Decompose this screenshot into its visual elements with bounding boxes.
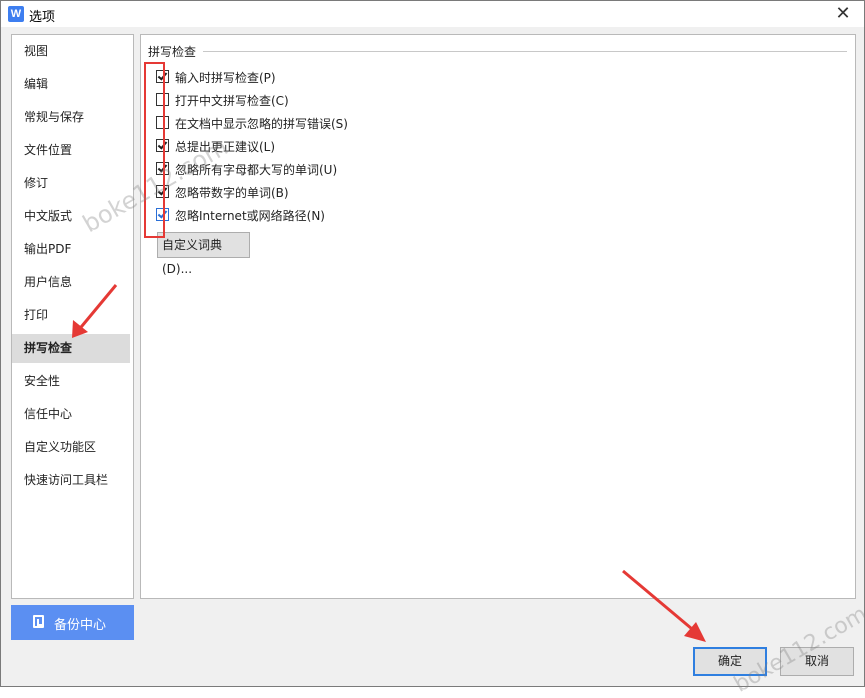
spellcheck-panel: 拼写检查 输入时拼写检查(P) 打开中文拼写检查(C) 在文档中显示忽略的拼写错… <box>140 34 856 599</box>
sidebar-item-export-pdf[interactable]: 输出PDF <box>12 235 130 264</box>
annotation-highlight-box <box>144 62 165 238</box>
option-label: 输入时拼写检查(P) <box>175 71 276 85</box>
annotation-arrow-ok <box>622 569 706 642</box>
group-title: 拼写检查 <box>148 45 197 59</box>
dialog-title: 选项 <box>29 10 56 25</box>
sidebar-item-quick-access-toolbar[interactable]: 快速访问工具栏 <box>12 466 130 495</box>
sidebar-item-edit[interactable]: 编辑 <box>12 70 130 99</box>
option-label: 忽略带数字的单词(B) <box>175 186 289 200</box>
sidebar-item-general-save[interactable]: 常规与保存 <box>12 103 130 132</box>
option-label: 忽略Internet或网络路径(N) <box>175 209 325 223</box>
sidebar-item-security[interactable]: 安全性 <box>12 367 130 396</box>
annotation-arrow-sidebar <box>72 284 118 338</box>
backup-center-label: 备份中心 <box>54 618 107 633</box>
sidebar-item-file-location[interactable]: 文件位置 <box>12 136 130 165</box>
group-divider <box>203 51 847 52</box>
wps-logo-icon: W <box>8 6 24 22</box>
sidebar-item-customize-ribbon[interactable]: 自定义功能区 <box>12 433 130 462</box>
close-icon[interactable]: ✕ <box>828 1 858 27</box>
title-bar: W 选项 ✕ <box>1 1 864 27</box>
option-label: 在文档中显示忽略的拼写错误(S) <box>175 117 348 131</box>
sidebar-item-trust-center[interactable]: 信任中心 <box>12 400 130 429</box>
backup-center-button[interactable]: 备份中心 <box>11 605 134 640</box>
custom-dictionary-button[interactable]: 自定义词典(D)... <box>157 232 250 276</box>
options-dialog: W 选项 ✕ 视图 编辑 常规与保存 文件位置 修订 中文版式 输出PDF 用户… <box>0 0 865 687</box>
backup-icon <box>33 615 44 628</box>
option-label: 打开中文拼写检查(C) <box>175 94 289 108</box>
sidebar-item-view[interactable]: 视图 <box>12 37 130 66</box>
